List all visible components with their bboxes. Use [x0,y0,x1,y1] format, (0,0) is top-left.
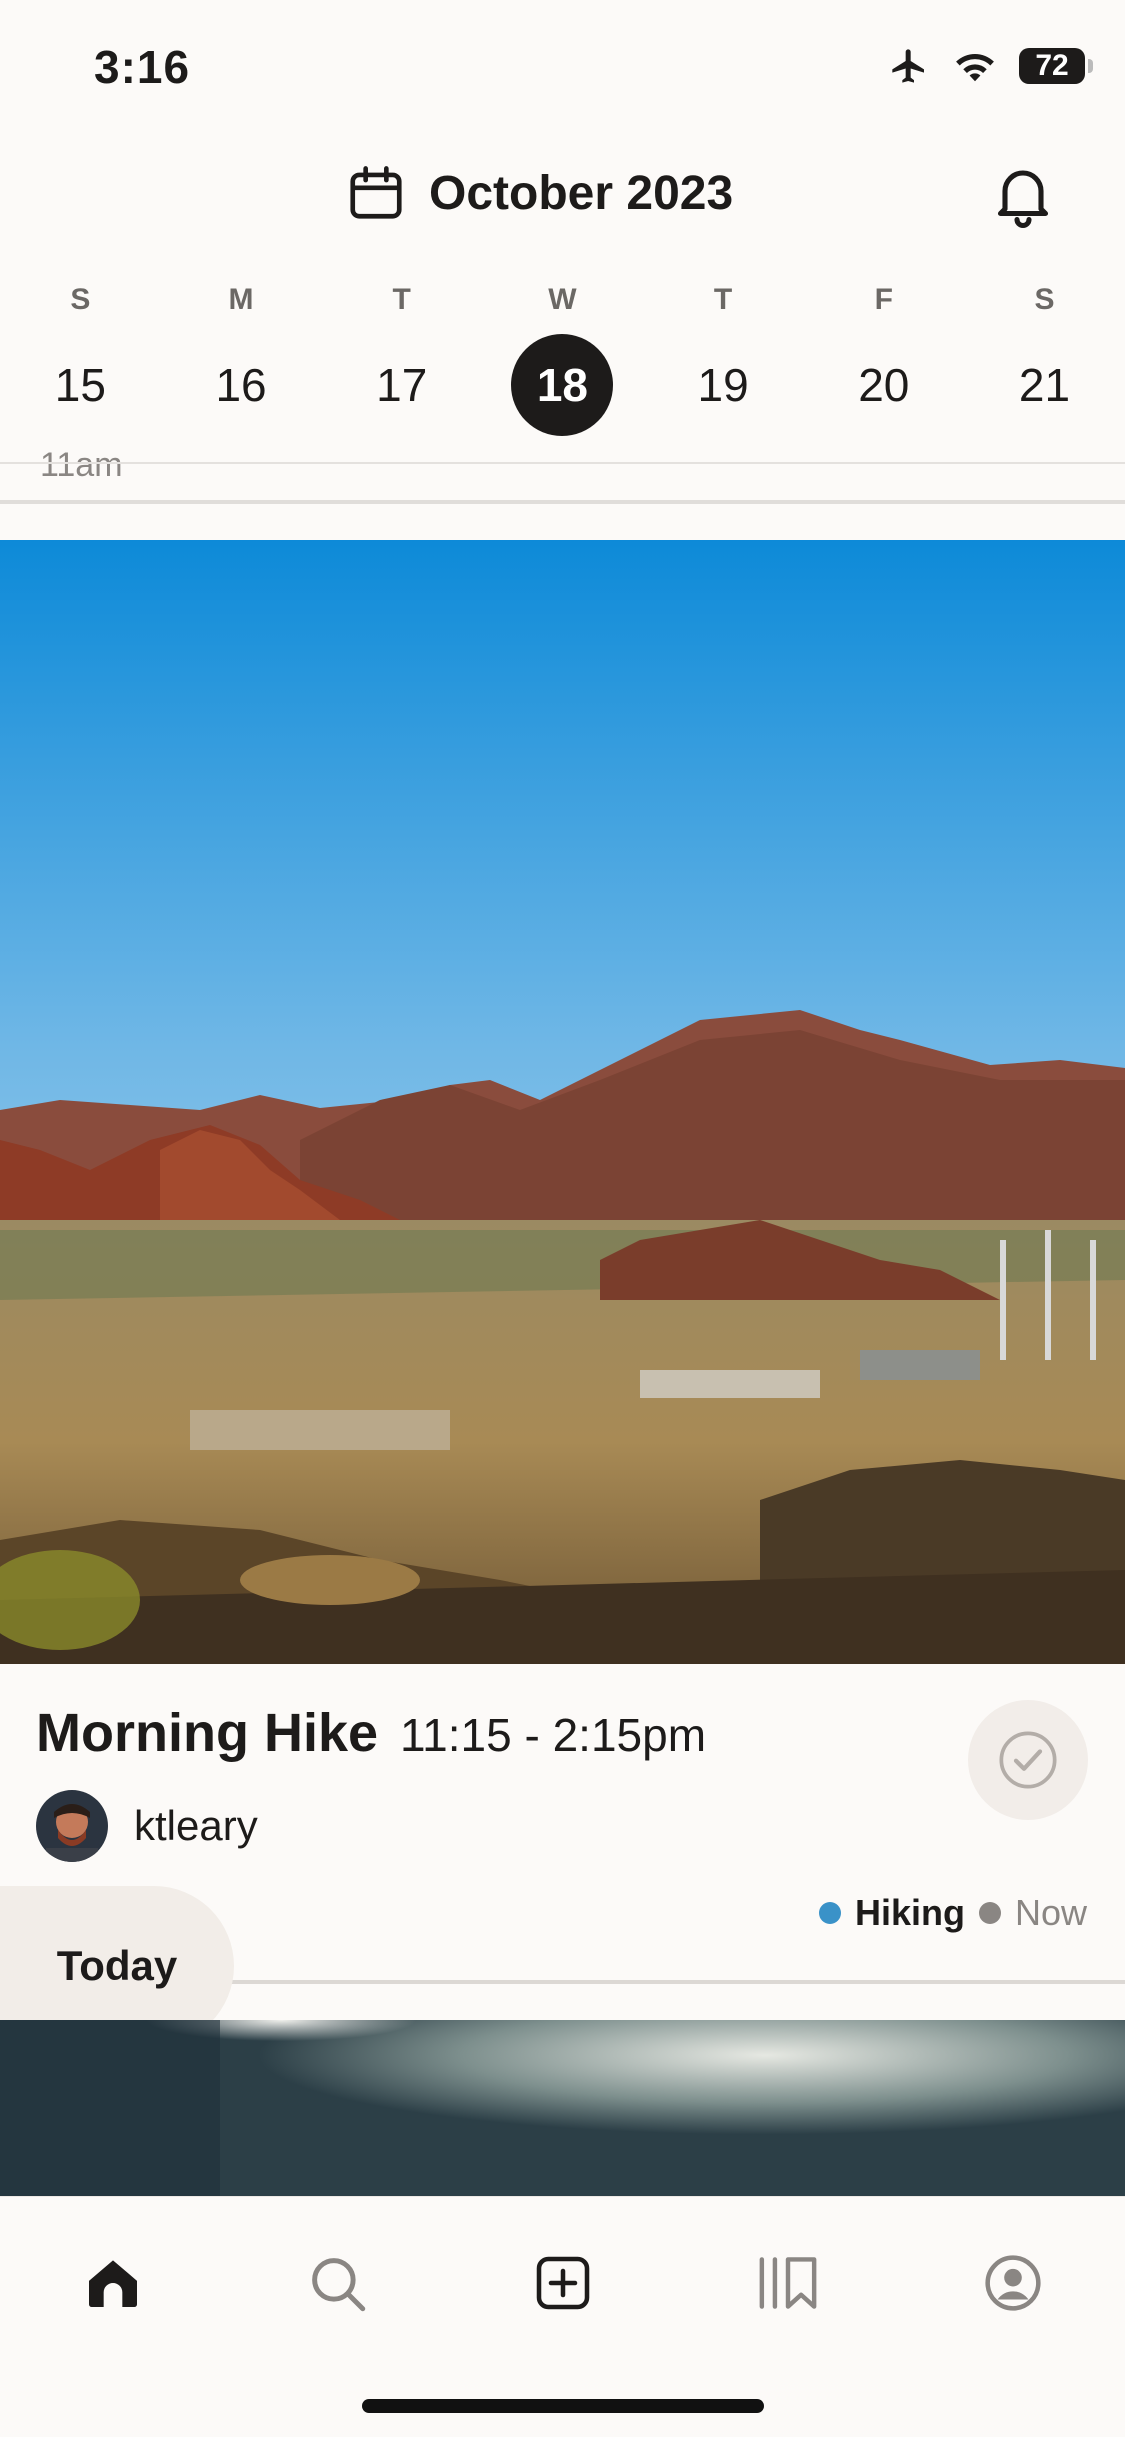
date-label: 21 [1018,359,1071,411]
tab-bar [0,2196,1125,2437]
date-label: 16 [215,359,267,411]
month-title: October 2023 [429,166,734,220]
search-icon [311,2258,365,2312]
home-icon [88,2260,137,2307]
tag-now: Now [1014,1892,1087,1933]
add-icon [536,2256,589,2310]
home-indicator [362,2399,764,2413]
calendar-divider [0,462,1125,464]
tab-search[interactable] [225,2251,450,2317]
weekday-label: S [70,283,91,316]
event-title: Morning Hike [36,1703,379,1763]
bell-icon[interactable] [987,158,1059,230]
date-cell[interactable]: 16 [161,330,322,440]
hiking-tag-dot [818,1902,841,1924]
hour-label: 11am [40,446,123,484]
avatar [36,1790,108,1862]
month-selector[interactable]: October 2023 [345,162,733,224]
date-cell[interactable]: 17 [321,330,482,440]
tab-add[interactable] [450,2251,675,2317]
tab-library[interactable] [675,2251,900,2317]
tag-hiking: Hiking [854,1892,965,1933]
library-icon [759,2257,816,2309]
weekday-label: W [548,283,577,316]
status-time: 3:16 [94,41,191,93]
calendar-icon [350,166,402,219]
weekday-label: F [874,283,893,316]
tab-home[interactable] [0,2251,225,2317]
event-photo[interactable] [0,540,1125,1664]
next-event-photo[interactable] [0,2020,1125,2196]
event-time: 11:15 - 2:15pm [400,1709,707,1761]
status-icons: 72 [887,46,1093,86]
now-tag-dot [978,1902,1001,1924]
event-title-row[interactable]: Morning Hike 11:15 - 2:15pm [36,1702,706,1764]
date-cell[interactable]: 21 [964,330,1125,440]
date-cell[interactable]: 20 [803,330,964,440]
date-cell-selected[interactable]: 18 [482,330,643,440]
check-circle-icon [999,1731,1057,1789]
timeline-divider [0,500,1125,504]
wifi-icon [956,53,994,82]
date-label: 19 [697,359,749,411]
profile-icon [984,2255,1041,2311]
weekday-label: T [392,283,411,316]
weekday-row: S M T W T F S [0,280,1125,320]
date-label: 15 [54,359,106,411]
battery-level: 72 [1035,49,1069,82]
complete-button[interactable] [968,1700,1088,1820]
airplane-icon [892,49,924,83]
battery-indicator: 72 [1019,48,1093,84]
month-header: October 2023 [0,150,1125,240]
date-label: 17 [376,359,428,411]
weekday-label: T [713,283,733,316]
weekday-label: M [228,283,254,316]
event-tags: Hiking Now [818,1892,1087,1934]
status-bar: 3:16 72 [0,0,1125,130]
date-cell[interactable]: 19 [643,330,804,440]
date-label: 20 [858,359,910,411]
date-cell[interactable]: 15 [0,330,161,440]
event-author[interactable]: ktleary [36,1790,258,1862]
date-label: 18 [511,334,614,436]
date-row: 15 16 17 18 19 20 21 [0,330,1125,440]
blurred-image [0,2020,1125,2196]
username: ktleary [134,1802,258,1849]
weekday-label: S [1034,283,1055,316]
tab-profile[interactable] [900,2251,1125,2317]
landscape-image [0,540,1125,1664]
